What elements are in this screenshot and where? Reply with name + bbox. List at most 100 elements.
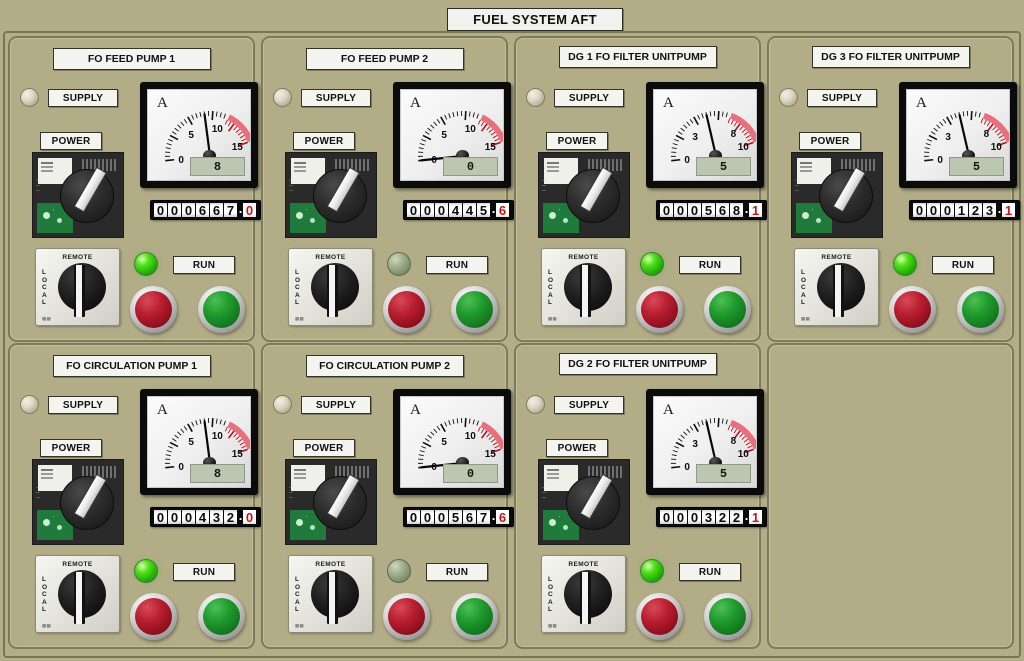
- selector-brand-mark: ▩▩: [42, 623, 51, 628]
- selector-lever[interactable]: [833, 265, 844, 317]
- meter-tick-label: 5: [188, 437, 194, 448]
- counter-digit: 1: [955, 203, 968, 217]
- stop-button[interactable]: [383, 593, 430, 640]
- power-switch-knob[interactable]: [313, 166, 367, 223]
- power-rotary-switch[interactable]: — — —: [32, 459, 124, 545]
- power-switch-knob[interactable]: [313, 473, 367, 530]
- meter-tick-label: 8: [731, 129, 737, 140]
- panel-title: DG 2 FO FILTER UNIT PUMP: [558, 353, 717, 375]
- local-remote-selector[interactable]: REMOTE L O C A L ▩▩: [541, 248, 626, 326]
- power-switch-handle[interactable]: [326, 473, 360, 520]
- counter-digit: 3: [983, 203, 996, 217]
- stop-button[interactable]: [383, 286, 430, 333]
- start-button[interactable]: [451, 286, 498, 333]
- power-switch-handle[interactable]: [832, 166, 866, 213]
- stop-button-cap[interactable]: [388, 291, 425, 328]
- stop-button[interactable]: [636, 593, 683, 640]
- supply-indicator-lamp: [273, 88, 292, 107]
- stop-button[interactable]: [130, 593, 177, 640]
- counter-digit: 0: [421, 203, 434, 217]
- supply-indicator-lamp: [20, 88, 39, 107]
- selector-lever[interactable]: [580, 572, 591, 624]
- start-button-cap[interactable]: [709, 598, 746, 635]
- power-switch-knob[interactable]: [60, 473, 114, 530]
- counter-digit: 0: [435, 510, 448, 524]
- power-label: POWER: [40, 132, 102, 150]
- start-button[interactable]: [198, 593, 245, 640]
- counter-digit: 0: [407, 203, 420, 217]
- start-button[interactable]: [451, 593, 498, 640]
- start-button-cap[interactable]: [456, 598, 493, 635]
- meter-tick-label: 15: [485, 449, 497, 460]
- power-switch-handle[interactable]: [326, 166, 360, 213]
- counter-digit: 2: [716, 510, 729, 524]
- power-rotary-switch[interactable]: — — —: [538, 459, 630, 545]
- power-label: POWER: [546, 132, 608, 150]
- ammeter-face: A 0 5 10 15 8: [147, 396, 251, 488]
- meter-tick-label: 0: [431, 462, 437, 473]
- panel-title: DG 1 FO FILTER UNIT PUMP: [558, 46, 717, 68]
- counter-digit: 4: [449, 203, 462, 217]
- start-button-cap[interactable]: [456, 291, 493, 328]
- counter-digit: 2: [969, 203, 982, 217]
- stop-button-cap[interactable]: [388, 598, 425, 635]
- stop-button-cap[interactable]: [641, 598, 678, 635]
- counter-digit: 0: [154, 203, 167, 217]
- power-switch-handle[interactable]: [73, 473, 107, 520]
- meter-tick-label: 15: [485, 142, 497, 153]
- run-indicator-lamp: [387, 559, 411, 583]
- power-switch-handle[interactable]: [579, 473, 613, 520]
- hour-counter: 000123.1: [909, 200, 1020, 220]
- selector-remote-label: REMOTE: [62, 254, 93, 261]
- power-switch-handle[interactable]: [73, 166, 107, 213]
- power-switch-knob[interactable]: [566, 473, 620, 530]
- stop-button[interactable]: [130, 286, 177, 333]
- start-button-cap[interactable]: [203, 291, 240, 328]
- stop-button-cap[interactable]: [135, 598, 172, 635]
- stop-button-cap[interactable]: [135, 291, 172, 328]
- power-rotary-switch[interactable]: — — —: [285, 459, 377, 545]
- meter-tick-label: 5: [188, 130, 194, 141]
- start-button[interactable]: [198, 286, 245, 333]
- meter-tick-label: 15: [232, 142, 244, 153]
- ammeter-digital-readout: 0: [443, 157, 498, 176]
- selector-remote-label: REMOTE: [315, 561, 346, 568]
- panel-title: FO FEED PUMP 2: [305, 48, 464, 70]
- supply-indicator-lamp: [20, 395, 39, 414]
- start-button-cap[interactable]: [962, 291, 999, 328]
- power-switch-handle[interactable]: [579, 166, 613, 213]
- stop-button-cap[interactable]: [894, 291, 931, 328]
- selector-remote-label: REMOTE: [568, 561, 599, 568]
- meter-tick-label: 10: [212, 431, 224, 442]
- local-remote-selector[interactable]: REMOTE L O C A L ▩▩: [35, 248, 120, 326]
- power-label: POWER: [799, 132, 861, 150]
- power-rotary-switch[interactable]: — — —: [32, 152, 124, 238]
- power-rotary-switch[interactable]: — — —: [285, 152, 377, 238]
- power-rotary-switch[interactable]: — — —: [791, 152, 883, 238]
- local-remote-selector[interactable]: REMOTE L O C A L ▩▩: [35, 555, 120, 633]
- selector-lever[interactable]: [327, 572, 338, 624]
- power-rotary-switch[interactable]: — — —: [538, 152, 630, 238]
- selector-lever[interactable]: [74, 265, 85, 317]
- local-remote-selector[interactable]: REMOTE L O C A L ▩▩: [794, 248, 879, 326]
- local-remote-selector[interactable]: REMOTE L O C A L ▩▩: [288, 248, 373, 326]
- power-switch-knob[interactable]: [819, 166, 873, 223]
- stop-button-cap[interactable]: [641, 291, 678, 328]
- run-label: RUN: [173, 256, 235, 274]
- start-button[interactable]: [704, 286, 751, 333]
- start-button[interactable]: [957, 286, 1004, 333]
- selector-lever[interactable]: [580, 265, 591, 317]
- local-remote-selector[interactable]: REMOTE L O C A L ▩▩: [288, 555, 373, 633]
- stop-button[interactable]: [636, 286, 683, 333]
- start-button[interactable]: [704, 593, 751, 640]
- start-button-cap[interactable]: [709, 291, 746, 328]
- selector-lever[interactable]: [74, 572, 85, 624]
- run-indicator-lamp: [387, 252, 411, 276]
- power-switch-knob[interactable]: [60, 166, 114, 223]
- selector-lever[interactable]: [327, 265, 338, 317]
- local-remote-selector[interactable]: REMOTE L O C A L ▩▩: [541, 555, 626, 633]
- power-switch-knob[interactable]: [566, 166, 620, 223]
- stop-button[interactable]: [889, 286, 936, 333]
- start-button-cap[interactable]: [203, 598, 240, 635]
- selector-brand-mark: ▩▩: [295, 316, 304, 321]
